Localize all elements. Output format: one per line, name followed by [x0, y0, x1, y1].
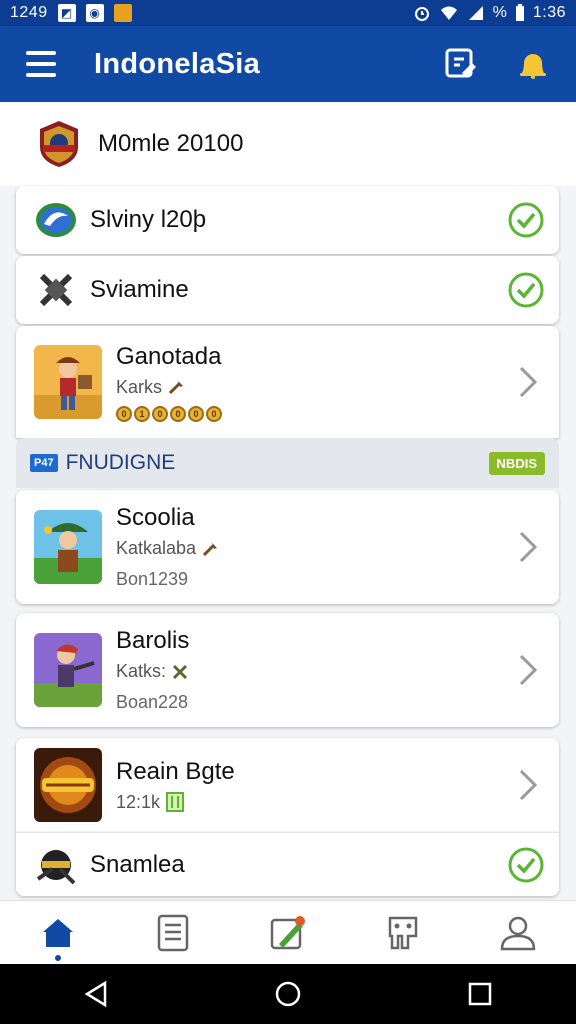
nav-list[interactable]	[143, 903, 203, 963]
row-title: Scoolia	[116, 504, 195, 531]
checkmark-icon	[508, 272, 544, 308]
image-icon	[113, 4, 132, 22]
checkmark-icon	[508, 202, 544, 238]
bell-icon[interactable]	[516, 47, 550, 81]
header-title: M0mle 20100	[98, 130, 244, 157]
profile-icon	[501, 916, 536, 950]
axe-icon	[168, 381, 184, 395]
row-title: Sviamine	[90, 276, 189, 303]
edit-pencil-icon	[270, 915, 305, 949]
status-clock: 1:36	[532, 4, 566, 21]
hamburger-icon	[26, 51, 56, 55]
bottom-navigation	[0, 900, 576, 964]
list-item-reain-bgte[interactable]: Reain Bgte 12:1k	[16, 738, 559, 832]
signal-icon	[468, 6, 483, 20]
book-icon	[166, 792, 185, 812]
row-subtitle: Karks	[116, 377, 222, 398]
camera-icon: ◉	[85, 4, 104, 22]
back-icon[interactable]	[83, 980, 109, 1008]
section-badge[interactable]: NBDIS	[488, 451, 545, 475]
nav-puzzle[interactable]	[373, 903, 433, 963]
menu-button[interactable]	[26, 51, 56, 77]
coin-icon: 0	[116, 405, 132, 422]
section-title: FNUDIGNE	[65, 451, 176, 474]
battery-icon	[515, 4, 524, 21]
coin-icon: 1	[134, 405, 150, 422]
row-title: Snamlea	[90, 850, 185, 878]
row-title: Reain Bgte	[116, 757, 235, 785]
notification-icon: ◩	[57, 4, 76, 22]
edit-icon[interactable]	[444, 47, 478, 81]
system-navigation	[0, 964, 576, 1024]
chevron-right-icon	[519, 654, 538, 686]
row-subtitle: Katkalaba	[116, 538, 218, 559]
row-subtitle: 12:1k	[116, 792, 235, 813]
row-title: Slviny l20þ	[90, 206, 207, 233]
row-subtitle: Katks:	[116, 661, 189, 682]
nav-profile[interactable]	[488, 903, 548, 963]
chevron-right-icon	[519, 769, 538, 801]
nav-edit[interactable]	[258, 903, 318, 963]
checkmark-icon	[508, 847, 544, 882]
coin-row: 0 1 0 0 0 0	[116, 405, 222, 422]
list-item-barolis[interactable]: Barolis Katks: Boan228	[16, 613, 559, 727]
tools-icon	[172, 664, 188, 679]
list-icon	[157, 914, 189, 951]
list-item-snamlea[interactable]: Snamlea	[16, 832, 559, 896]
game-thumbnail	[34, 633, 102, 707]
app-title: IndonelaSia	[94, 47, 261, 80]
section-header: P47 FNUDIGNE NBDIS	[16, 438, 559, 488]
row-title: Ganotada	[116, 342, 222, 370]
game-thumbnail	[34, 510, 102, 584]
tools-icon	[39, 273, 73, 307]
row-title: Barolis	[116, 627, 190, 654]
coin-icon: 0	[170, 405, 186, 422]
coin-icon: 0	[206, 405, 222, 422]
section-tag: P47	[30, 454, 58, 472]
home-circle-icon[interactable]	[274, 980, 302, 1008]
list-item-sviamine[interactable]: Sviamine	[16, 256, 559, 324]
chevron-right-icon	[519, 531, 538, 563]
row-meta: Bon1239	[116, 569, 189, 589]
coin-icon: 0	[188, 405, 204, 422]
status-bar: 1249 ◩ ◉ % 1:36	[0, 0, 576, 26]
chevron-right-icon	[519, 366, 538, 398]
coin-icon: 0	[152, 405, 168, 422]
alarm-icon	[414, 7, 429, 21]
home-icon	[42, 918, 73, 947]
list-item-shiny[interactable]: Slviny l20þ	[16, 186, 559, 254]
list-item-scoolia[interactable]: Scoolia Katkalaba Bon1239	[16, 490, 559, 604]
swirl-logo-icon	[36, 203, 76, 237]
wifi-icon	[440, 6, 457, 20]
ninja-mask-icon	[36, 849, 76, 884]
axe-icon	[203, 542, 218, 556]
game-thumbnail	[34, 748, 102, 822]
recents-icon[interactable]	[467, 981, 493, 1007]
header-row: M0mle 20100	[0, 102, 576, 186]
content: M0mle 20100 Slviny l20þ Sviamine Ganotad…	[0, 102, 576, 900]
battery-percent: %	[492, 4, 507, 21]
puzzle-icon	[388, 916, 418, 949]
app-bar: IndonelaSia	[0, 26, 576, 102]
list-item-ganotada[interactable]: Ganotada Karks 0 1 0 0 0 0	[16, 326, 559, 438]
game-thumbnail	[34, 345, 102, 419]
status-time: 1249	[10, 4, 48, 21]
row-meta: Boan228	[116, 692, 189, 712]
nav-home[interactable]	[28, 903, 88, 963]
badge-emblem-icon	[40, 121, 78, 167]
